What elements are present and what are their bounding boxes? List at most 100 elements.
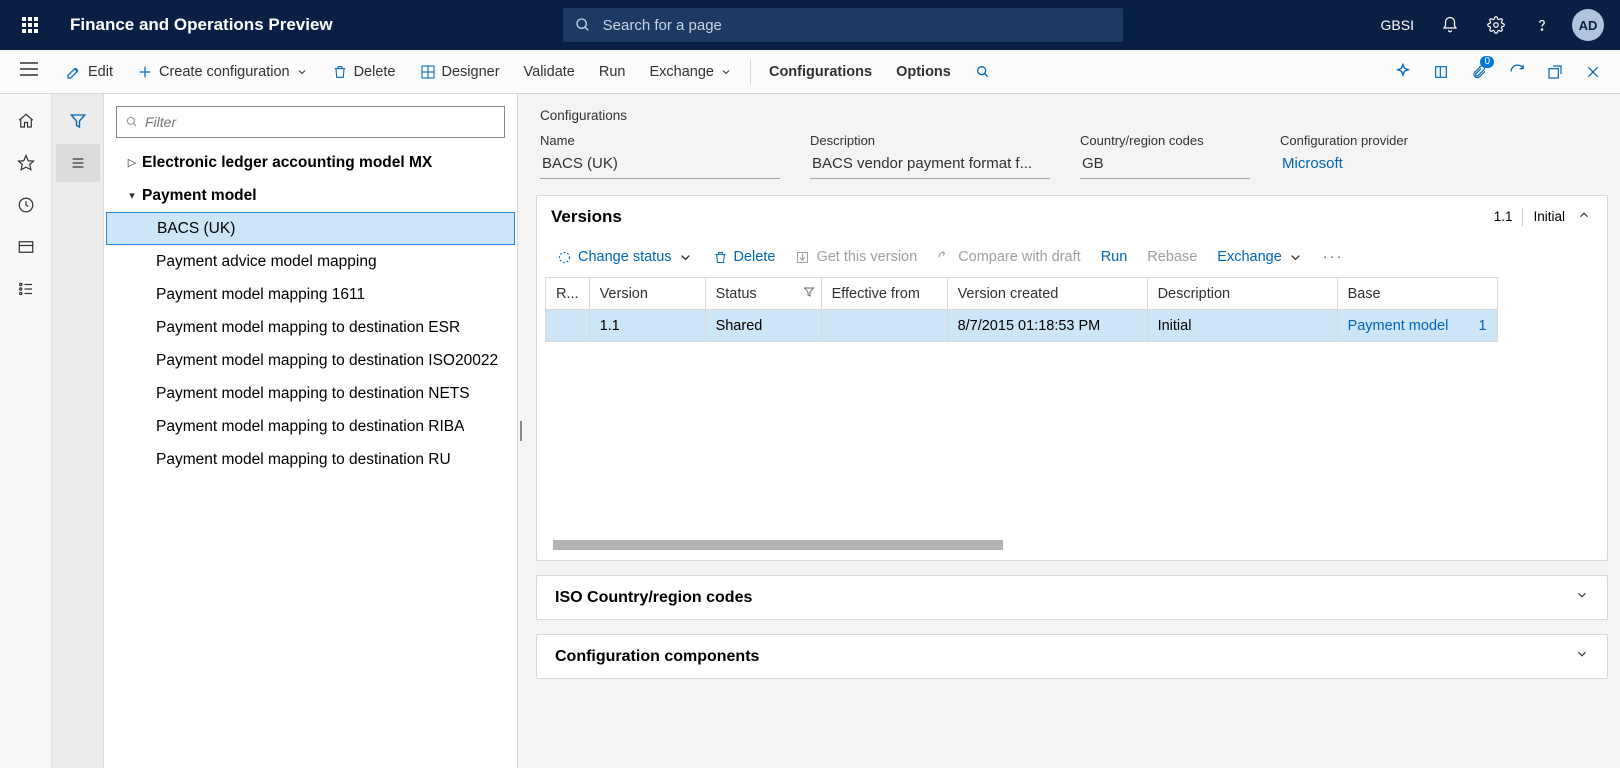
col-status[interactable]: Status [705, 278, 821, 310]
help-icon[interactable] [1520, 0, 1564, 50]
cell-effective[interactable] [821, 310, 947, 342]
tree-node[interactable]: Payment advice model mapping [104, 245, 517, 278]
compare-button: Compare with draft [929, 245, 1089, 269]
cell-base[interactable]: Payment model 1 [1337, 310, 1497, 342]
tree-label: Payment model mapping 1611 [156, 286, 365, 304]
filter-input[interactable] [145, 114, 496, 130]
tree-node[interactable]: Payment model mapping to destination RU [104, 443, 517, 476]
tree-node[interactable]: ▷ Electronic ledger accounting model MX [104, 146, 517, 179]
change-status-button[interactable]: Change status [549, 245, 701, 269]
tree-label: Payment model mapping to destination RU [156, 451, 451, 469]
gear-icon[interactable] [1474, 0, 1518, 50]
delete-version-button[interactable]: Delete [705, 245, 784, 269]
cmd-options[interactable]: Options [884, 50, 963, 93]
book-icon[interactable] [1422, 50, 1460, 94]
col-effective[interactable]: Effective from [821, 278, 947, 310]
filter-icon[interactable] [803, 286, 815, 302]
tree-node-selected[interactable]: BACS (UK) [106, 212, 515, 245]
cmd-delete[interactable]: Delete [320, 50, 408, 93]
cmd-validate-label: Validate [524, 64, 575, 80]
attach-icon[interactable]: 0 [1460, 50, 1498, 94]
clock-icon[interactable] [4, 186, 48, 224]
accordion-iso[interactable]: ISO Country/region codes [536, 575, 1608, 620]
bell-icon[interactable] [1428, 0, 1472, 50]
versions-table-wrap: R... Version Status Effective from Versi… [537, 277, 1607, 560]
cmd-create[interactable]: Create configuration [125, 50, 320, 93]
cmd-run[interactable]: Run [587, 50, 638, 93]
company-code[interactable]: GBSI [1369, 17, 1426, 33]
tree-label: Payment model [142, 187, 257, 205]
close-icon[interactable] [1574, 50, 1612, 94]
search-bar[interactable] [563, 8, 1123, 42]
tree-node[interactable]: Payment model mapping to destination ESR [104, 311, 517, 344]
chevron-down-icon [678, 250, 693, 265]
avatar[interactable]: AD [1572, 9, 1604, 41]
tree-node[interactable]: Payment model mapping to destination RIB… [104, 410, 517, 443]
card-title: Versions [551, 207, 622, 227]
list-icon[interactable] [56, 144, 100, 182]
cell-created[interactable]: 8/7/2015 01:18:53 PM [947, 310, 1147, 342]
search-icon [575, 17, 591, 33]
col-created[interactable]: Version created [947, 278, 1147, 310]
star-icon[interactable] [4, 144, 48, 182]
accordion-title: Configuration components [555, 648, 759, 666]
cmd-find[interactable] [963, 50, 1003, 93]
field-value[interactable]: GB [1080, 152, 1250, 179]
chevron-up-icon[interactable] [1575, 206, 1593, 227]
popout-icon[interactable] [1536, 50, 1574, 94]
tree-node[interactable]: Payment model mapping 1611 [104, 278, 517, 311]
field-provider: Configuration provider Microsoft [1280, 133, 1450, 179]
cmd-designer[interactable]: Designer [408, 50, 512, 93]
tree-node[interactable]: Payment model mapping to destination NET… [104, 377, 517, 410]
tree-node[interactable]: ▾ Payment model [104, 179, 517, 212]
field-label: Name [540, 133, 780, 148]
modules-icon[interactable] [4, 270, 48, 308]
copilot-icon[interactable] [1384, 50, 1422, 94]
exchange-version-button[interactable]: Exchange [1209, 245, 1311, 269]
field-country-region: Country/region codes GB [1080, 133, 1250, 179]
filter-icon[interactable] [56, 102, 100, 140]
field-value-link[interactable]: Microsoft [1280, 152, 1450, 178]
field-value[interactable]: BACS (UK) [540, 152, 780, 179]
cmd-exchange-label: Exchange [649, 64, 714, 80]
cmd-edit[interactable]: Edit [54, 50, 125, 93]
col-description[interactable]: Description [1147, 278, 1337, 310]
version-status: Initial [1533, 209, 1565, 224]
cell-check[interactable] [546, 310, 590, 342]
table-row[interactable]: 1.1 Shared 8/7/2015 01:18:53 PM Initial … [546, 310, 1498, 342]
tree-node[interactable]: Payment model mapping to destination ISO… [104, 344, 517, 377]
refresh-icon[interactable] [1498, 50, 1536, 94]
horizontal-scrollbar[interactable] [553, 540, 1003, 550]
col-base[interactable]: Base [1337, 278, 1497, 310]
accordion-components[interactable]: Configuration components [536, 634, 1608, 679]
cell-version[interactable]: 1.1 [589, 310, 705, 342]
cmd-exchange[interactable]: Exchange [637, 50, 744, 93]
breadcrumb: Configurations [536, 94, 1608, 133]
more-icon[interactable]: ··· [1315, 249, 1352, 265]
col-check[interactable]: R... [546, 278, 590, 310]
expander-expanded-icon[interactable]: ▾ [122, 189, 142, 202]
separator [750, 59, 751, 85]
workspace-icon[interactable] [4, 228, 48, 266]
delete-version-label: Delete [734, 249, 776, 265]
hamburger-icon[interactable] [4, 62, 54, 81]
exchange-version-label: Exchange [1217, 249, 1282, 265]
app-launcher-icon[interactable] [10, 17, 50, 33]
cell-desc[interactable]: Initial [1147, 310, 1337, 342]
home-icon[interactable] [4, 102, 48, 140]
search-input[interactable] [603, 17, 1111, 34]
col-version[interactable]: Version [589, 278, 705, 310]
base-link[interactable]: Payment model 1 [1348, 318, 1487, 334]
cmd-validate[interactable]: Validate [512, 50, 587, 93]
cell-status[interactable]: Shared [705, 310, 821, 342]
separator [1522, 208, 1523, 226]
run-version-button[interactable]: Run [1093, 245, 1136, 269]
filter-box[interactable] [116, 106, 505, 138]
search-icon [125, 115, 139, 129]
field-value[interactable]: BACS vendor payment format f... [810, 152, 1050, 179]
tree-label: Payment model mapping to destination NET… [156, 385, 470, 403]
card-header: Versions 1.1 Initial [537, 196, 1607, 237]
cmd-configurations[interactable]: Configurations [757, 50, 884, 93]
expander-collapsed-icon[interactable]: ▷ [122, 156, 142, 169]
get-version-label: Get this version [816, 249, 917, 265]
